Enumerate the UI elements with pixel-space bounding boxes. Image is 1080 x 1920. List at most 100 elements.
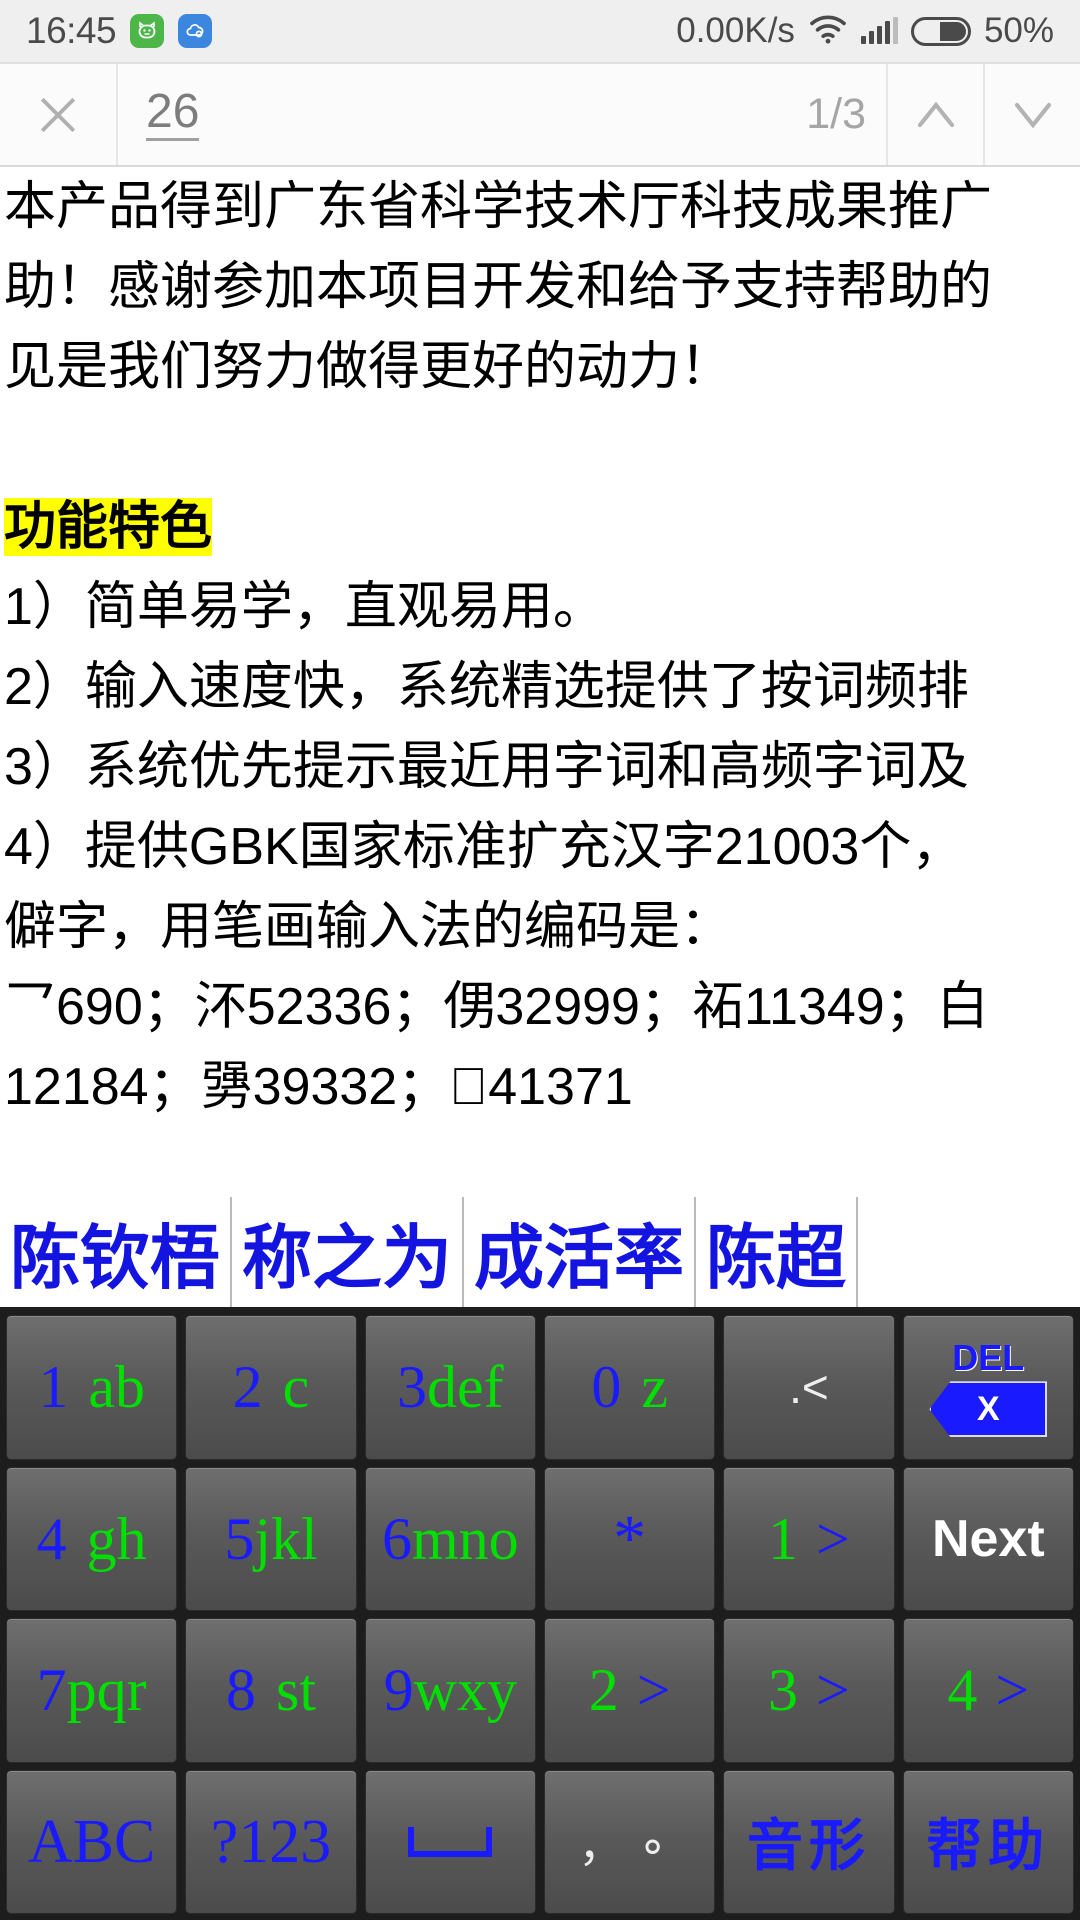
- key-next[interactable]: Next: [902, 1466, 1074, 1611]
- key-punct-dot-lt[interactable]: .<: [723, 1315, 895, 1460]
- key-letters: gh: [86, 1505, 147, 1572]
- key-letters: mno: [411, 1505, 519, 1572]
- find-bar: 26 1/3: [0, 62, 1080, 167]
- document-line: 4）提供GBK国家标准扩充汉字21003个，: [4, 818, 964, 876]
- key-label: DEL: [952, 1337, 1025, 1379]
- key-letters: jkl: [254, 1505, 318, 1572]
- status-bar: 16:45 0.00K/s 50%: [0, 0, 1080, 62]
- key-2-gt[interactable]: 2 >: [543, 1618, 716, 1763]
- find-prev-button[interactable]: [886, 64, 983, 165]
- key-label: 2 >: [589, 1660, 671, 1720]
- document-line: 2）输入速度快，系统精选提供了按词频排: [4, 658, 969, 716]
- document-line: 助！感谢参加本项目开发和给予支持帮助的: [4, 258, 993, 316]
- key-yinxing[interactable]: 音形: [723, 1769, 895, 1914]
- key-4-gh[interactable]: 4 gh: [6, 1466, 178, 1611]
- status-clock: 16:45: [26, 10, 117, 51]
- key-symbol: >: [816, 1657, 850, 1724]
- key-1-gt[interactable]: 1 >: [723, 1466, 895, 1611]
- key-3-def[interactable]: 3 def: [364, 1315, 536, 1460]
- key-punct-comma-circle[interactable]: ，∘: [543, 1769, 716, 1914]
- key-4-gt[interactable]: 4 >: [902, 1618, 1074, 1763]
- cellular-signal-icon: [860, 17, 898, 44]
- key-7-pqr[interactable]: 7 pqr: [6, 1618, 178, 1763]
- cat-app-icon: [130, 14, 165, 48]
- document-line: 乛690；㳅52336；侽32999；祏11349；白: [4, 978, 989, 1036]
- status-bar-left: 16:45: [26, 10, 213, 52]
- candidate-word[interactable]: 陈钦梧: [0, 1197, 232, 1307]
- key-3-gt[interactable]: 3 >: [723, 1618, 895, 1763]
- key-help[interactable]: 帮助: [902, 1769, 1074, 1914]
- key-number: 4: [36, 1505, 67, 1572]
- key-number: 6: [381, 1505, 412, 1572]
- document-line: 12184；勥39332；􏿽41371: [4, 1058, 633, 1116]
- keyboard-row: 4 gh 5 jkl 6 mno * 1 > Next: [6, 1466, 1074, 1611]
- key-label: 6 mno: [382, 1509, 519, 1569]
- key-label: 2c: [233, 1357, 310, 1417]
- key-number: 9: [383, 1657, 414, 1724]
- key-delete[interactable]: DEL X: [902, 1315, 1074, 1460]
- key-number: 2: [232, 1354, 263, 1421]
- keyboard-row: 7 pqr 8st 9 wxy 2 >3 >4 >: [6, 1618, 1074, 1763]
- key-0-z[interactable]: 0z: [543, 1315, 716, 1460]
- document-line: 僻字，用笔画输入法的编码是：: [4, 898, 733, 956]
- key-label: Next: [931, 1509, 1045, 1568]
- key-abc[interactable]: ABC: [6, 1769, 178, 1914]
- find-next-button[interactable]: [983, 64, 1080, 165]
- key-label: 5 jkl: [224, 1509, 317, 1569]
- cloud-app-icon: [178, 14, 213, 48]
- find-input[interactable]: 26 1/3: [118, 64, 886, 165]
- key-symbol: >: [636, 1657, 671, 1724]
- key-label: ABC: [27, 1807, 156, 1876]
- document-line: 见是我们努力做得更好的动力！: [4, 338, 733, 396]
- document-blank-line: [4, 407, 1076, 487]
- key-9-wxy[interactable]: 9 wxy: [364, 1618, 536, 1763]
- keyboard[interactable]: 1 ab 2 c 3 def 0 z .< DEL X 4 gh 5 jkl 6 mno * 1 > Next 7 pqr 8…: [0, 1307, 1080, 1920]
- key-label: 4 >: [947, 1660, 1029, 1720]
- key-letters: st: [275, 1657, 316, 1724]
- key-label: 0z: [591, 1357, 668, 1417]
- keyboard-row: ABC ?123 ，∘ 音形 帮助: [6, 1769, 1074, 1914]
- key-6-mno[interactable]: 6 mno: [364, 1466, 536, 1611]
- delete-badge: X: [929, 1381, 1048, 1438]
- key-label: 音形: [746, 1814, 871, 1878]
- key-8-st[interactable]: 8 st: [185, 1618, 357, 1763]
- network-speed: 0.00K/s: [676, 11, 795, 50]
- key-letters: def: [427, 1354, 504, 1421]
- key-1-ab[interactable]: 1 ab: [6, 1315, 178, 1460]
- key-asterisk[interactable]: *: [543, 1466, 716, 1611]
- key-label: ，∘: [578, 1818, 682, 1871]
- key-5-jkl[interactable]: 5 jkl: [185, 1466, 357, 1611]
- key-number: 8: [225, 1657, 256, 1724]
- key-label: ?123: [210, 1807, 332, 1876]
- candidate-bar[interactable]: 陈钦梧 称之为 成活率 陈超: [0, 1197, 1080, 1307]
- key-label: 8st: [226, 1660, 316, 1720]
- key-number: 7: [36, 1657, 67, 1724]
- key-number: 1: [38, 1354, 69, 1421]
- key-symbol: >: [816, 1505, 850, 1572]
- key-123[interactable]: ?123: [185, 1769, 357, 1914]
- document-content[interactable]: 本产品得到广东省科学技术厅科技成果推广 助！感谢参加本项目开发和给予支持帮助的 见是…: [0, 167, 1080, 1197]
- close-icon[interactable]: [0, 64, 118, 165]
- key-label: *: [613, 1501, 647, 1575]
- key-label: 9 wxy: [384, 1660, 517, 1720]
- document-line: 3）系统优先提示最近用字词和高频字词及: [4, 738, 969, 796]
- battery-percent: 50%: [983, 11, 1054, 50]
- key-2-c[interactable]: 2c: [185, 1315, 357, 1460]
- find-query-value: 26: [146, 88, 200, 141]
- key-label: 1 ab: [38, 1357, 145, 1417]
- key-label: 3 >: [768, 1660, 850, 1720]
- candidate-word[interactable]: 成活率: [464, 1197, 696, 1307]
- key-number: 5: [224, 1505, 255, 1572]
- highlighted-heading: 功能特色: [4, 498, 213, 556]
- key-space[interactable]: [364, 1769, 536, 1914]
- key-letters: ab: [88, 1354, 145, 1421]
- battery-icon: [910, 16, 971, 46]
- space-bar-icon: [408, 1826, 493, 1857]
- key-number: 3: [768, 1657, 799, 1724]
- candidate-word[interactable]: 称之为: [232, 1197, 464, 1307]
- document-line: 功能特色: [4, 487, 1076, 567]
- find-match-count: 1/3: [806, 90, 866, 138]
- candidate-word[interactable]: 陈超: [696, 1197, 858, 1307]
- key-label: 1 >: [768, 1509, 850, 1569]
- key-letters: c: [282, 1354, 310, 1421]
